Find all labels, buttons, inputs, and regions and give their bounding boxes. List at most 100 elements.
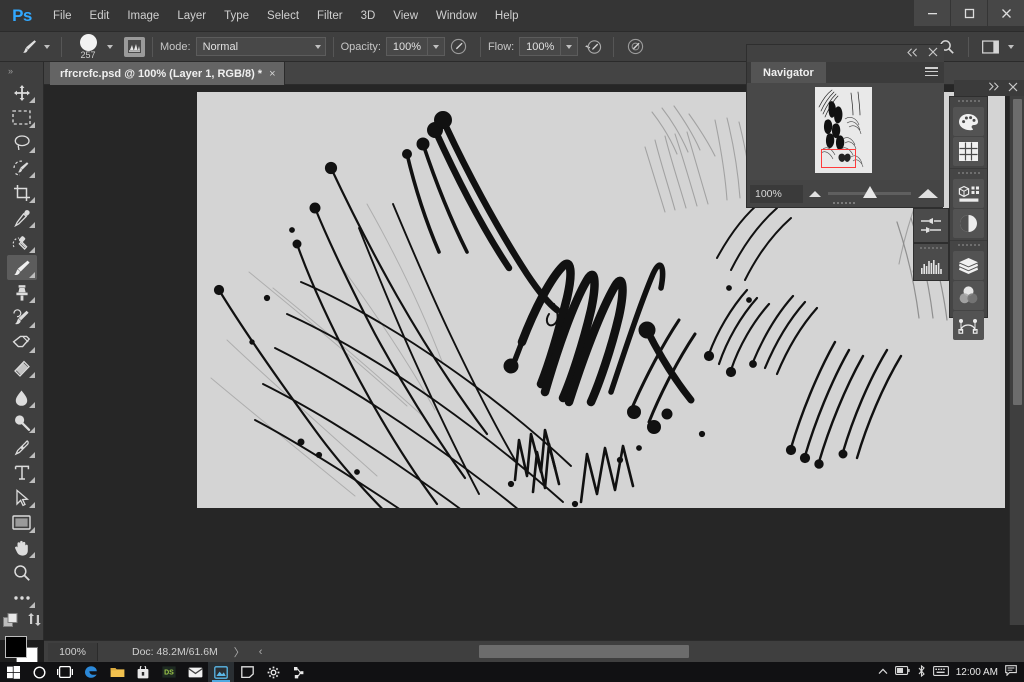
lasso-tool[interactable] xyxy=(7,130,37,155)
channels-panel[interactable] xyxy=(953,281,984,310)
vertical-scroll-thumb[interactable] xyxy=(1013,99,1022,405)
layers-panel[interactable] xyxy=(953,251,984,280)
flow-input[interactable]: 100% xyxy=(519,37,562,56)
menu-window[interactable]: Window xyxy=(427,0,486,32)
menu-layer[interactable]: Layer xyxy=(168,0,215,32)
menu-image[interactable]: Image xyxy=(118,0,168,32)
zoom-tool[interactable] xyxy=(7,560,37,585)
brush-size-preview[interactable]: 257 xyxy=(73,33,103,60)
sticky-notes[interactable] xyxy=(234,662,260,682)
quick-selection-tool[interactable] xyxy=(7,155,37,180)
zoom-in-icon[interactable] xyxy=(918,189,938,198)
navigator-zoom-slider[interactable] xyxy=(803,180,944,207)
color-panel[interactable] xyxy=(953,107,984,136)
menu-filter[interactable]: Filter xyxy=(308,0,352,32)
histogram-panel[interactable] xyxy=(913,243,949,281)
flow-stepper[interactable] xyxy=(561,37,579,56)
menu-type[interactable]: Type xyxy=(215,0,258,32)
blend-mode-select[interactable]: Normal xyxy=(195,37,326,56)
microsoft-store[interactable] xyxy=(130,662,156,682)
navigator-zoom-input[interactable]: 100% xyxy=(750,184,803,203)
close-icon[interactable] xyxy=(988,0,1024,26)
navigator-panel[interactable]: Navigator 100% xyxy=(746,44,944,208)
canvas-vertical-scrollbar[interactable] xyxy=(1009,85,1024,625)
photoshop-app[interactable] xyxy=(286,662,312,682)
opacity-input[interactable]: 100% xyxy=(385,37,428,56)
panel-menu-icon[interactable] xyxy=(925,67,938,78)
menu-edit[interactable]: Edit xyxy=(81,0,119,32)
zoom-slider-track[interactable] xyxy=(828,185,911,198)
menu-help[interactable]: Help xyxy=(486,0,528,32)
brush-settings-panel[interactable] xyxy=(913,208,949,243)
file-explorer[interactable] xyxy=(104,662,130,682)
menu-select[interactable]: Select xyxy=(258,0,308,32)
maximize-icon[interactable] xyxy=(951,0,987,26)
pressure-opacity-icon[interactable] xyxy=(447,36,471,58)
zoom-slider-knob[interactable] xyxy=(862,185,877,198)
minimize-icon[interactable] xyxy=(914,0,950,26)
horizontal-scroll-thumb[interactable] xyxy=(479,645,689,658)
settings-app[interactable] xyxy=(260,662,286,682)
brush-tool[interactable] xyxy=(6,255,37,280)
paths-panel[interactable] xyxy=(953,311,984,340)
keyboard-icon[interactable] xyxy=(932,665,949,679)
foreground-color-swatch[interactable] xyxy=(4,636,27,658)
airbrush-icon[interactable] xyxy=(580,36,604,58)
status-back-arrow-icon[interactable]: ‹ xyxy=(259,646,263,658)
navigator-view-box[interactable] xyxy=(821,149,856,168)
menu-file[interactable]: File xyxy=(44,0,81,32)
navigator-preview-area[interactable] xyxy=(747,83,944,180)
status-forward-arrow-icon[interactable]: 〉 xyxy=(234,644,245,660)
zoom-level-input[interactable]: 100% xyxy=(48,642,98,661)
close-icon[interactable] xyxy=(928,47,938,60)
photos-app[interactable] xyxy=(208,662,234,682)
brush-tool-preset-caret-icon[interactable] xyxy=(44,44,50,49)
toolbar-collapse-handle[interactable]: » xyxy=(0,62,43,80)
properties-panel[interactable] xyxy=(953,179,984,208)
adjustments-panel[interactable] xyxy=(953,209,984,238)
zoom-out-icon[interactable] xyxy=(809,190,821,197)
navigator-tab[interactable]: Navigator xyxy=(751,62,826,83)
document-tab[interactable]: rfrcrcfc.psd @ 100% (Layer 1, RGB/8) * × xyxy=(50,62,285,85)
start-button[interactable] xyxy=(0,662,26,682)
collapse-double-chevron-icon[interactable] xyxy=(907,47,918,60)
path-selection-tool[interactable] xyxy=(7,485,37,510)
right-dock-titlebar[interactable] xyxy=(954,80,1024,96)
battery-icon[interactable] xyxy=(894,666,910,678)
bluetooth-icon[interactable] xyxy=(917,664,926,680)
move-tool[interactable] xyxy=(7,80,37,105)
close-icon[interactable] xyxy=(1008,82,1018,95)
edit-toolbar-tool[interactable] xyxy=(7,585,37,610)
crop-tool[interactable] xyxy=(7,180,37,205)
swap-colors-icon[interactable] xyxy=(27,613,41,626)
show-hidden-icons[interactable] xyxy=(878,666,888,678)
clone-stamp-tool[interactable] xyxy=(7,280,37,305)
default-colors-icon[interactable] xyxy=(2,613,18,628)
opacity-stepper[interactable] xyxy=(427,37,445,56)
hand-tool[interactable] xyxy=(7,535,37,560)
clock[interactable]: 12:00 AM xyxy=(956,667,998,678)
brush-settings-icon[interactable] xyxy=(124,36,145,57)
gradient-tool[interactable] xyxy=(7,355,37,380)
history-brush-tool[interactable] xyxy=(7,305,37,330)
eraser-tool[interactable] xyxy=(7,330,37,355)
ds-app[interactable]: DS xyxy=(156,662,182,682)
type-tool[interactable] xyxy=(7,460,37,485)
menu-view[interactable]: View xyxy=(384,0,427,32)
edge-browser[interactable] xyxy=(78,662,104,682)
swatches-panel[interactable] xyxy=(953,137,984,166)
expand-double-chevron-icon[interactable] xyxy=(988,82,999,94)
smoothing-icon[interactable] xyxy=(623,36,647,58)
canvas-horizontal-scrollbar[interactable] xyxy=(304,644,984,660)
menu-3d[interactable]: 3D xyxy=(352,0,385,32)
dodge-tool[interactable] xyxy=(7,410,37,435)
mail-app[interactable] xyxy=(182,662,208,682)
task-view[interactable] xyxy=(52,662,78,682)
navigator-resize-grip[interactable] xyxy=(832,202,859,206)
rectangular-marquee-tool[interactable] xyxy=(7,105,37,130)
eyedropper-tool[interactable] xyxy=(7,205,37,230)
spot-healing-brush-tool[interactable] xyxy=(7,230,37,255)
navigator-titlebar[interactable] xyxy=(747,45,944,62)
workspace-caret-icon[interactable] xyxy=(1008,44,1014,49)
notification-icon[interactable] xyxy=(1005,665,1017,679)
